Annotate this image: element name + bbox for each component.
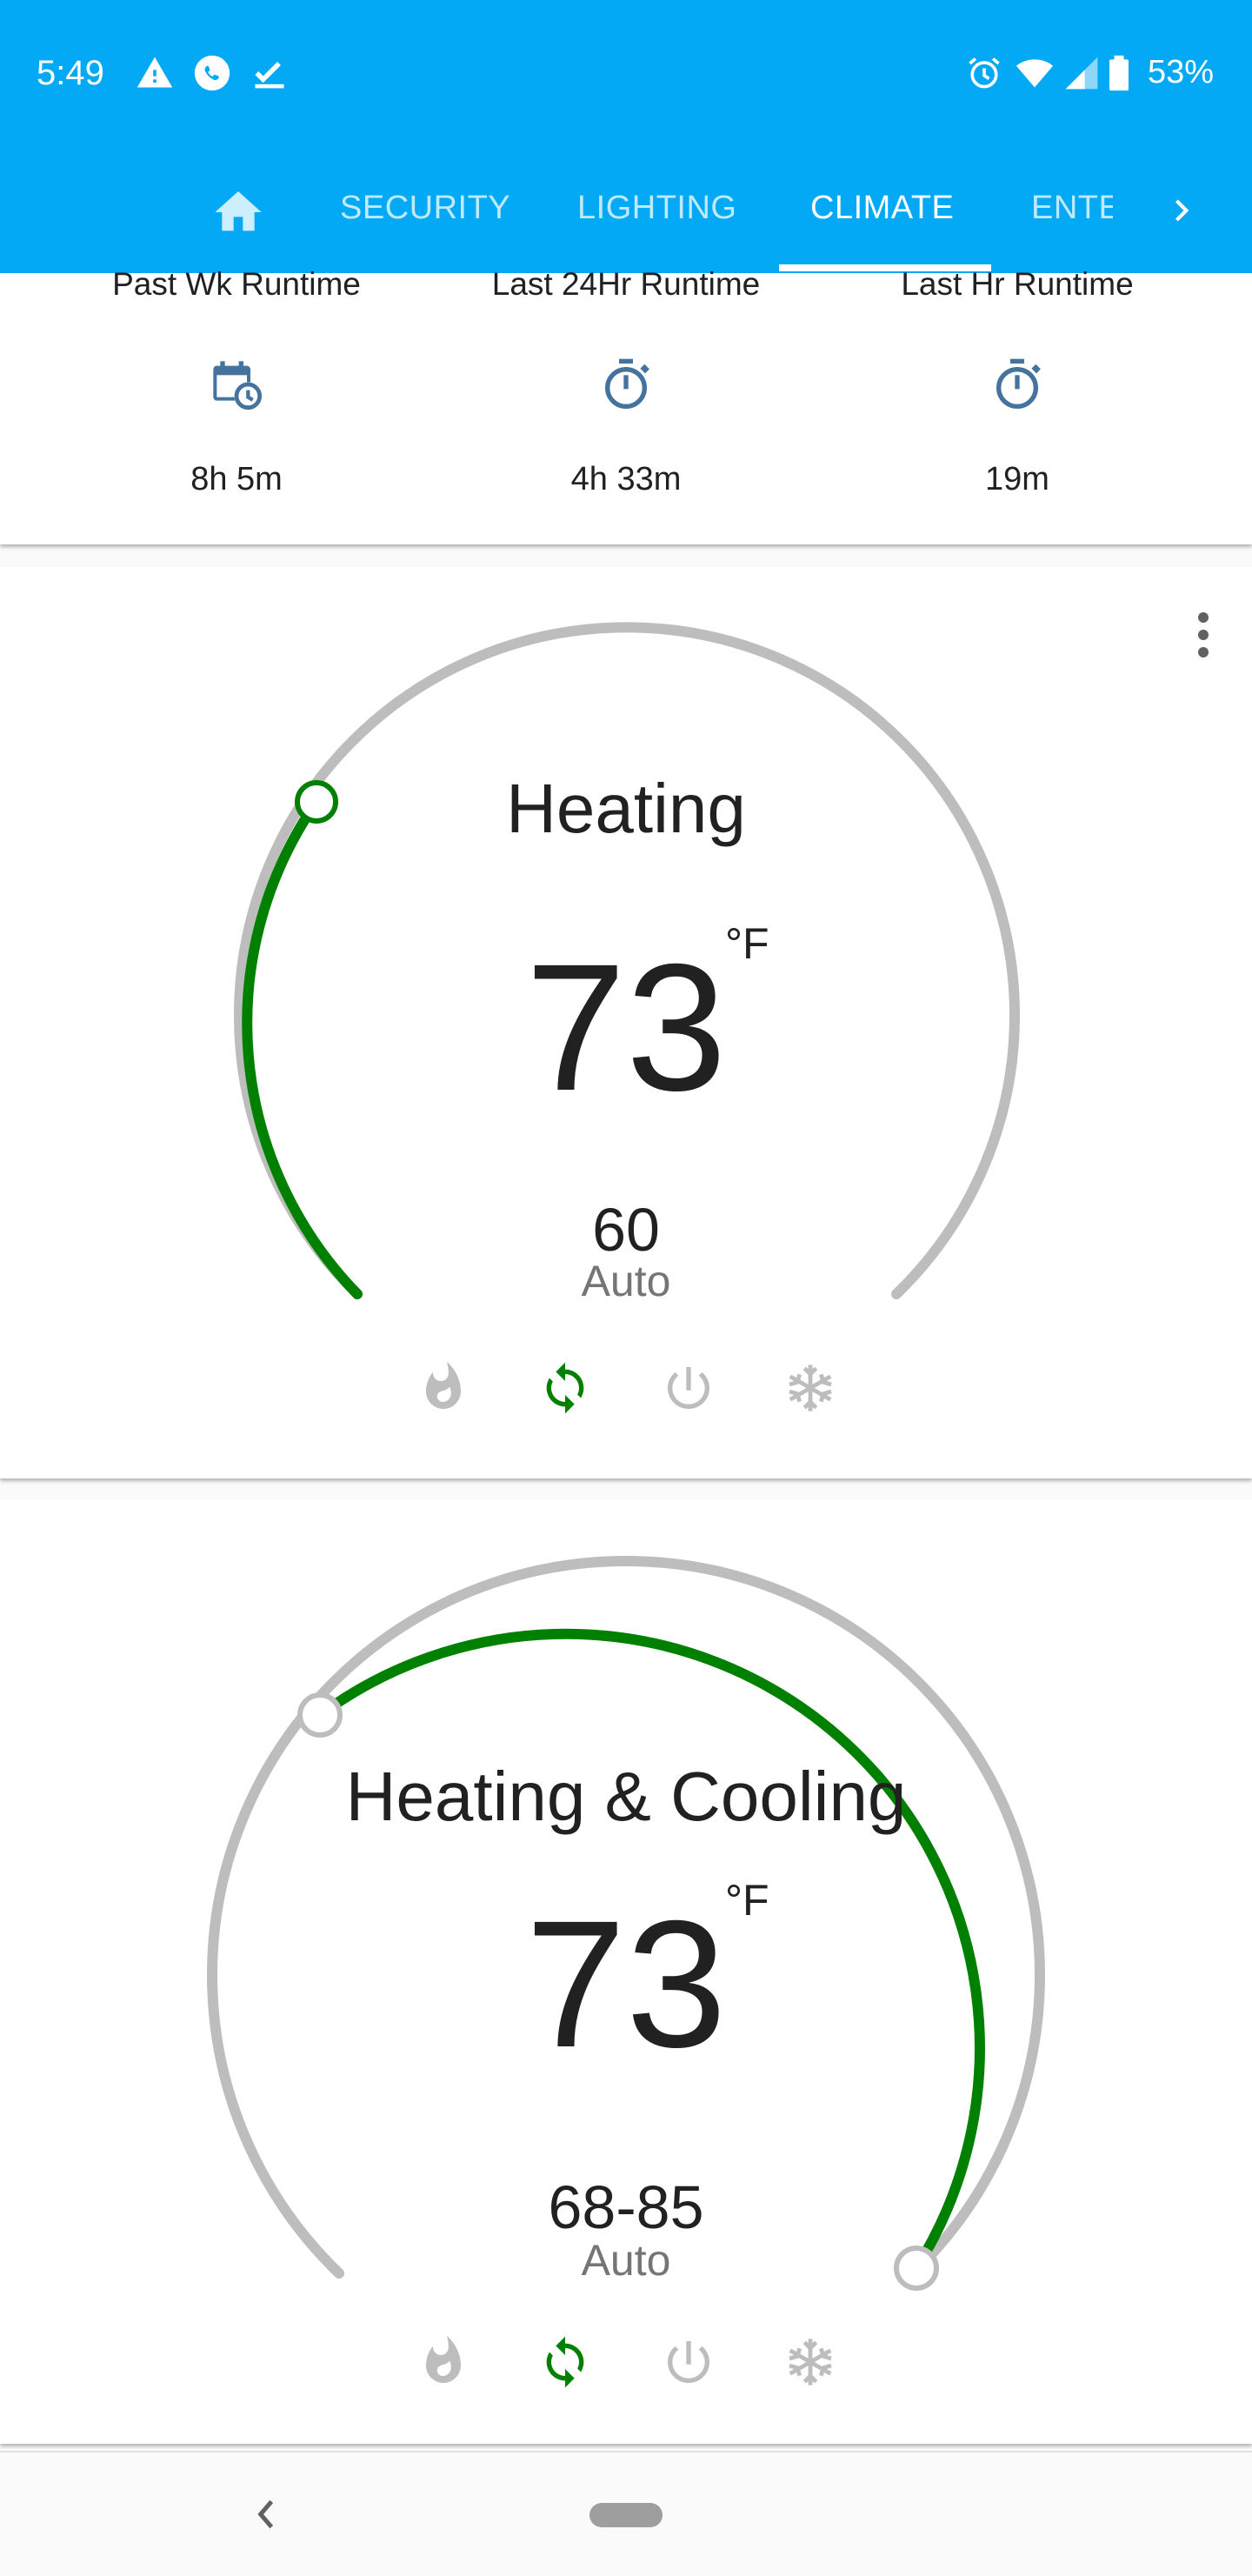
hvac-mode-label: Auto [581,1257,671,1305]
flame-icon[interactable] [416,2334,471,2390]
tab-entertainment[interactable]: ENTE [1031,190,1113,227]
thermostat-card-heating-cooling: Heating & Cooling 73 °F 68-85 Auto [0,1499,1252,2444]
hvac-mode-label: Auto [581,2236,671,2285]
power-off-icon[interactable] [661,2334,716,2390]
tab-bar: SECURITY LIGHTING CLIMATE ENTE [0,162,1252,273]
phone-call-icon [194,55,230,91]
runtime-value: 8h 5m [190,461,283,497]
temperature-unit: °F [725,1876,769,1925]
battery-percentage: 53% [1148,54,1215,90]
runtime-value: 19m [985,461,1049,497]
alarm-icon [969,57,1000,89]
app-bar: 5:49 53% SECURITY LIGHTING CLIMATE ENTE [0,0,1252,273]
chevron-right-icon[interactable] [1160,184,1203,237]
home-pill-icon[interactable] [589,2503,663,2527]
temperature-unit: °F [725,919,769,968]
tab-climate[interactable]: CLIMATE [810,190,954,227]
timer-icon [605,358,649,409]
runtime-label: Past Wk Runtime [112,266,361,302]
status-bar: 5:49 53% [0,0,1252,150]
runtime-label: Last 24Hr Runtime [491,266,761,302]
low-setpoint-handle[interactable] [297,1692,343,1738]
home-icon[interactable] [210,184,266,240]
snowflake-icon[interactable] [782,2334,838,2390]
status-time: 5:49 [37,54,104,92]
thermostat-name: Heating [506,770,746,847]
current-temperature: 73 [525,1884,727,2085]
tab-security[interactable]: SECURITY [340,190,510,227]
checkbox-icon [255,62,284,89]
thermostat-card-heating: Heating 73 °F 60 Auto [0,567,1252,1478]
system-nav-bar [0,2451,1252,2576]
target-temperature: 60 [592,1196,660,1264]
calendar-clock-icon [213,361,263,410]
battery-icon [1109,55,1129,91]
auto-cycle-icon[interactable] [537,2334,593,2390]
runtime-value: 4h 33m [570,461,682,497]
cell-signal-icon [1065,57,1098,90]
current-temperature: 73 [525,927,727,1129]
auto-cycle-icon[interactable] [537,1360,593,1416]
runtime-label: Last Hr Runtime [901,266,1134,302]
timer-icon [996,358,1041,409]
wifi-icon [1016,59,1054,88]
flame-icon[interactable] [416,1360,471,1416]
warning-icon [137,57,173,88]
back-chevron-icon[interactable] [249,2493,283,2536]
snowflake-icon[interactable] [782,1360,838,1416]
tab-lighting[interactable]: LIGHTING [577,190,736,227]
more-options-icon[interactable] [1186,609,1221,661]
target-temperature-range: 68-85 [548,2173,704,2241]
runtime-card: Past Wk Runtime 8h 5m Last 24Hr Runtime … [0,266,1252,544]
power-off-icon[interactable] [661,1360,716,1416]
thermostat-name: Heating & Cooling [345,1758,907,1835]
